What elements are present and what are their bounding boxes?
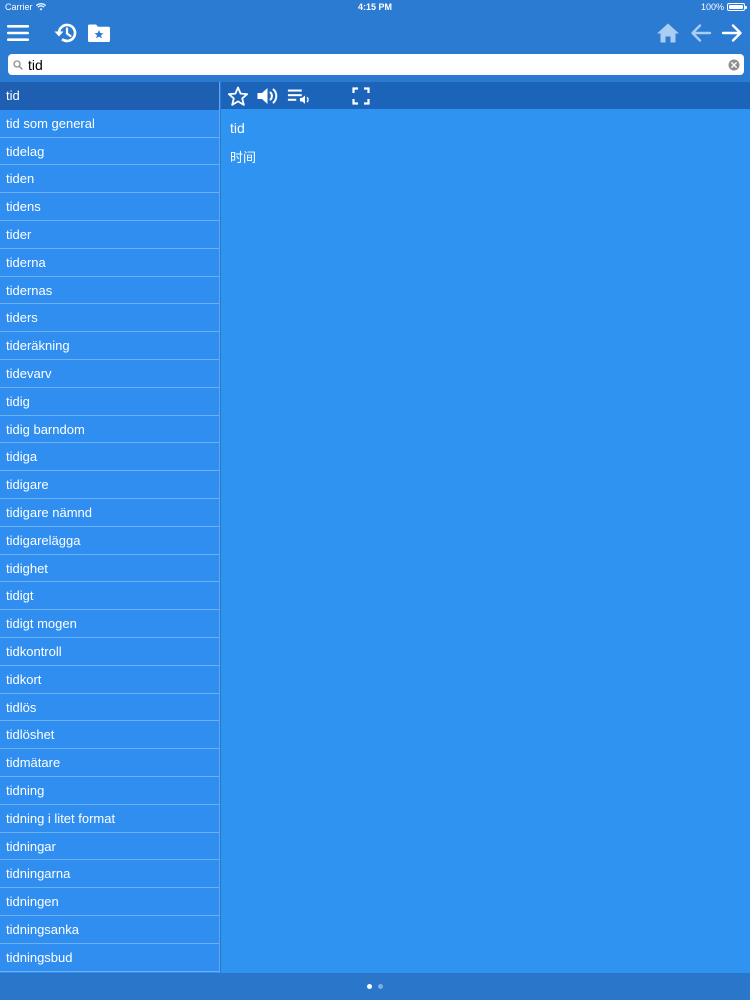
favorites-folder-icon [88, 24, 110, 42]
word-list-item[interactable]: tidkontroll [0, 638, 219, 666]
word-list[interactable]: tid tid som general tidelag tiden tidens tide… [0, 82, 220, 973]
menu-icon [7, 25, 29, 41]
word-list-item[interactable]: tidernas [0, 277, 219, 305]
star-icon [227, 86, 249, 106]
page-dot[interactable] [378, 984, 383, 989]
word-list-item[interactable]: tidigt [0, 582, 219, 611]
headword: tid [230, 120, 245, 136]
definition-panel: tid 时间 [221, 109, 750, 973]
battery-fill [729, 5, 743, 9]
app-window: Carrier 4:15 PM 100% tid tid tid som gen… [0, 0, 750, 1000]
battery-percent: 100% [700, 2, 724, 12]
favorites-folder-button[interactable] [84, 18, 114, 48]
clear-icon [728, 59, 740, 70]
search-bar [8, 54, 744, 75]
history-button[interactable] [51, 18, 81, 48]
speaker-icon [257, 88, 278, 104]
word-list-item[interactable]: tidiga [0, 443, 219, 472]
word-list-item[interactable]: tidning [0, 777, 219, 805]
word-list-item[interactable]: tidig barndom [0, 416, 219, 444]
detail-toolbar [221, 82, 750, 109]
word-list-item[interactable]: tiderna [0, 249, 219, 277]
word-list-item[interactable]: tidkort [0, 666, 219, 694]
word-list-item[interactable]: tidlös [0, 694, 219, 722]
back-button[interactable] [686, 18, 716, 48]
page-dot[interactable] [367, 984, 372, 989]
playlist-audio-icon [287, 89, 309, 104]
word-list-item[interactable]: tideräkning [0, 332, 219, 360]
word-list-item[interactable]: tidelag [0, 138, 219, 166]
word-list-item[interactable]: tidningar [0, 833, 219, 861]
word-list-item[interactable]: tiden [0, 165, 219, 194]
word-list-item[interactable]: tidmätare [0, 749, 219, 777]
word-list-item[interactable]: tidig [0, 388, 219, 416]
translation-text: 时间 [230, 151, 257, 166]
clear-search-button[interactable] [724, 54, 744, 75]
forward-button[interactable] [717, 18, 747, 48]
word-list-item[interactable]: tidigt mogen [0, 610, 219, 638]
favorite-button[interactable] [226, 84, 250, 108]
word-list-item[interactable]: tidigare [0, 471, 219, 499]
word-list-item[interactable]: tidigarelägga [0, 527, 219, 555]
word-list-item[interactable]: tidningsbud [0, 944, 219, 972]
page-indicator[interactable] [0, 973, 750, 1000]
top-toolbar [0, 14, 750, 52]
search-icon [10, 54, 26, 75]
word-list-item[interactable]: tidning i litet format [0, 805, 219, 833]
word-list-item[interactable]: tidningsanka [0, 916, 219, 944]
word-list-item[interactable]: tidevarv [0, 360, 219, 388]
status-time: 4:15 PM [357, 2, 392, 12]
word-list-item[interactable]: tidigare nämnd [0, 499, 219, 527]
word-list-item[interactable]: tider [0, 221, 219, 249]
word-list-item[interactable]: tidighet [0, 555, 219, 583]
word-list-item[interactable]: tidens [0, 193, 219, 221]
word-list-item[interactable]: tidningarna [0, 860, 219, 889]
back-arrow-icon [691, 24, 712, 42]
fullscreen-button[interactable] [349, 84, 373, 108]
menu-button[interactable] [3, 18, 33, 48]
word-list-item[interactable]: tidlöshet [0, 721, 219, 750]
status-bar: Carrier 4:15 PM 100% [0, 0, 750, 14]
word-list-item[interactable]: tidningen [0, 888, 219, 916]
battery-icon [727, 3, 747, 11]
forward-arrow-icon [721, 24, 742, 42]
audio-playlist-button[interactable] [287, 84, 311, 108]
pronounce-button[interactable] [256, 84, 280, 108]
fullscreen-icon [352, 87, 370, 105]
word-list-item[interactable]: tid som general [0, 110, 219, 138]
word-list-item[interactable]: tiders [0, 304, 219, 333]
home-icon [657, 23, 679, 43]
home-button[interactable] [653, 18, 683, 48]
search-input[interactable] [26, 54, 724, 75]
history-icon [54, 23, 77, 43]
word-list-item[interactable]: tid [0, 82, 219, 110]
battery-indicator: 100% [700, 2, 747, 12]
